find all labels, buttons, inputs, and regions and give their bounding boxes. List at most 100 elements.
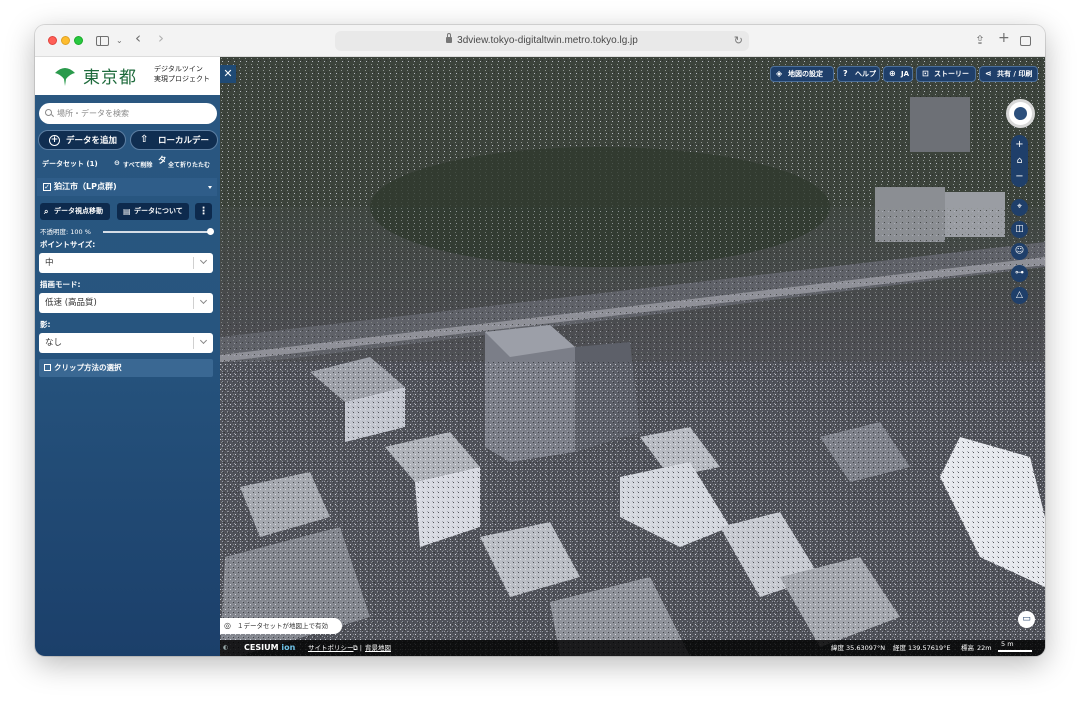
zoom-controls: + ⌂ −: [1011, 135, 1028, 187]
active-datasets-text: １データセットが地図上で有効: [237, 622, 328, 630]
add-data-button[interactable]: + データを追加: [38, 130, 126, 150]
zoom-window-button[interactable]: [74, 36, 83, 45]
ion-logo-text: ion: [281, 643, 296, 652]
chevron-down-icon: [199, 296, 208, 305]
locate-icon[interactable]: ⌖: [1011, 199, 1028, 216]
measure-icon[interactable]: ⊶: [1011, 265, 1028, 282]
home-icon[interactable]: ⌂: [1011, 155, 1028, 167]
opacity-label: 不透明度: 100 %: [40, 228, 91, 236]
language-button[interactable]: ⊕ JA: [883, 66, 913, 82]
drawing-icon[interactable]: △: [1011, 287, 1028, 304]
split-view-icon[interactable]: ◫: [1011, 221, 1028, 238]
render-mode-value: 低速 (高品質): [45, 298, 97, 308]
chevron-down-icon[interactable]: ⌄: [116, 33, 123, 48]
cesium-logo-text: CESIUM: [244, 643, 279, 652]
zoom-out-button[interactable]: −: [1011, 171, 1028, 183]
dataset-count: データセット (1): [42, 160, 98, 168]
language-label: JA: [901, 70, 910, 78]
render-mode-label: 描画モード:: [40, 280, 81, 289]
share-icon: ⋖: [985, 69, 992, 78]
search-placeholder: 場所・データを検索: [57, 109, 129, 118]
share-icon[interactable]: ⇪: [975, 33, 985, 48]
basemap-link[interactable]: 背景地図: [365, 640, 391, 656]
close-panel-button[interactable]: ✕: [220, 65, 236, 83]
sidebar-toggle-icon[interactable]: [96, 36, 109, 46]
select-separator: [193, 337, 194, 349]
search-icon: ⌕: [44, 207, 49, 216]
close-window-button[interactable]: [48, 36, 57, 45]
chevron-down-icon: [199, 336, 208, 345]
compass-icon[interactable]: [1006, 99, 1035, 128]
share-print-button[interactable]: ⋖ 共有 / 印刷: [979, 66, 1038, 82]
map-settings-label: 地図の設定: [788, 70, 823, 78]
elevation-label: 標高: [961, 644, 974, 652]
upload-icon: ⇧: [140, 134, 149, 145]
zoom-in-button[interactable]: +: [1011, 139, 1028, 151]
collapse-all-link[interactable]: 全て折りたたむ: [168, 160, 210, 169]
render-mode-select[interactable]: 低速 (高品質): [39, 293, 213, 313]
shadow-value: なし: [45, 338, 63, 348]
clip-method-checkbox[interactable]: [44, 364, 51, 371]
back-button[interactable]: ‹: [135, 31, 141, 46]
map-footer: ◐ CESIUM ion サイトポリシー ⧉ | 背景地図 緯度 35.6309…: [220, 640, 1045, 656]
search-input[interactable]: 場所・データを検索: [39, 103, 217, 124]
address-bar[interactable]: 3dview.tokyo-digitaltwin.metro.tokyo.lg.…: [335, 31, 749, 51]
new-tab-button[interactable]: +: [998, 31, 1010, 46]
longitude-value: 139.57619°E: [908, 644, 951, 652]
opacity-slider[interactable]: [103, 231, 210, 233]
map-viewport[interactable]: ✕ ◈ 地図の設定 ? ヘルプ ⊕ JA ⊡ ストーリー ⋖ 共有 / 印刷 + ⌂ − …: [220, 57, 1045, 656]
minimize-window-button[interactable]: [61, 36, 70, 45]
layers-icon: ◈: [776, 69, 783, 78]
clip-method-toggle[interactable]: クリップ方法の選択: [39, 359, 213, 377]
about-data-button[interactable]: ▤ データについて: [117, 203, 189, 220]
story-label: ストーリー: [934, 70, 969, 78]
zoom-to-data-label: データ視点移動: [54, 207, 103, 215]
cesium-logo[interactable]: CESIUM ion: [244, 640, 295, 656]
logo-subtitle: デジタルツイン 実現プロジェクト: [154, 64, 210, 84]
select-separator: [193, 257, 194, 269]
reload-icon[interactable]: ↻: [734, 31, 743, 51]
scale-bar: [998, 650, 1032, 652]
lock-icon: [446, 33, 453, 43]
pedestrian-icon[interactable]: ☺: [1011, 243, 1028, 260]
story-icon: ⊡: [922, 69, 929, 78]
opacity-slider-handle[interactable]: [207, 228, 214, 235]
more-options-button[interactable]: ⋮: [195, 203, 212, 220]
active-datasets-chip[interactable]: ◎ １データセットが地図上で有効: [220, 618, 342, 634]
longitude-label: 経度: [893, 644, 906, 652]
latitude-value: 35.63097°N: [846, 644, 886, 652]
local-data-button[interactable]: ⇧ ローカルデータ: [130, 130, 218, 166]
caret-down-icon[interactable]: [208, 186, 212, 189]
site-policy-link[interactable]: サイトポリシー: [308, 640, 354, 656]
point-size-select[interactable]: 中: [39, 253, 213, 273]
browser-window: ⌄ ‹ › 3dview.tokyo-digitaltwin.metro.tok…: [35, 25, 1045, 656]
external-link-icon: ⧉ |: [353, 644, 362, 652]
add-data-label: データを追加: [66, 136, 118, 146]
layer-visible-checkbox[interactable]: ✓: [43, 183, 51, 191]
point-size-label: ポイントサイズ:: [40, 240, 96, 249]
tab-overview-icon[interactable]: [1020, 36, 1031, 46]
plus-circle-icon: +: [49, 135, 60, 146]
map-settings-button[interactable]: ◈ 地図の設定: [770, 66, 834, 82]
forward-button[interactable]: ›: [158, 31, 164, 46]
help-icon: ?: [843, 69, 848, 78]
comment-icon: ▤: [123, 207, 131, 216]
globe-icon: ⊕: [889, 69, 896, 78]
layer-header[interactable]: ✓ 狛江市（LP点群): [37, 178, 217, 196]
point-cloud-scene: [220, 57, 1045, 656]
help-button[interactable]: ? ヘルプ: [837, 66, 880, 82]
url-text: 3dview.tokyo-digitaltwin.metro.tokyo.lg.…: [457, 35, 638, 46]
chevron-down-icon: [199, 256, 208, 265]
about-data-label: データについて: [134, 207, 183, 215]
tokyo-logo-icon: [55, 68, 75, 86]
point-size-value: 中: [45, 258, 54, 268]
shadow-select[interactable]: なし: [39, 333, 213, 353]
remove-all-icon[interactable]: ⊖: [114, 159, 120, 167]
select-separator: [193, 297, 194, 309]
logo-title: 東京都: [83, 68, 137, 88]
story-button[interactable]: ⊡ ストーリー: [916, 66, 976, 82]
zoom-to-data-button[interactable]: ⌕ データ視点移動: [40, 203, 110, 220]
logo-subtitle-line1: デジタルツイン: [154, 65, 203, 73]
feedback-icon[interactable]: ▭: [1018, 611, 1035, 628]
remove-all-link[interactable]: すべて削除: [123, 160, 152, 169]
